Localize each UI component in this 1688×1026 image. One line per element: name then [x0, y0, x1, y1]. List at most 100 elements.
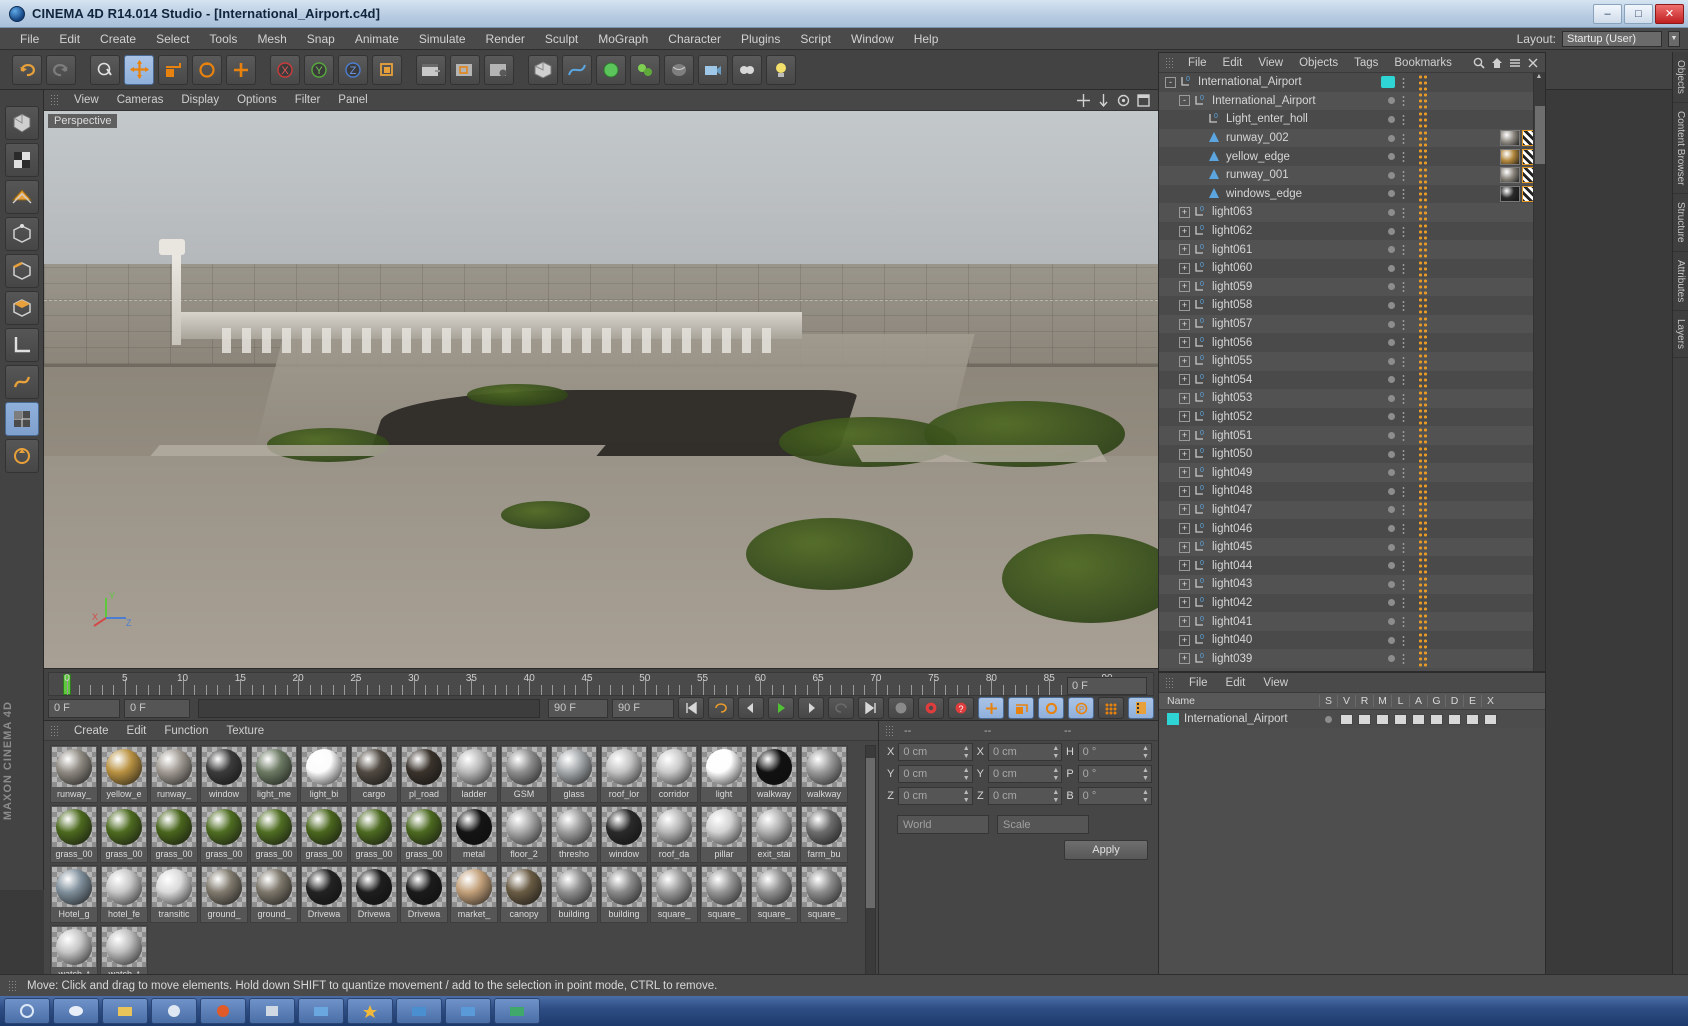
object-row[interactable]: +0 light057	[1159, 314, 1545, 334]
material-cell[interactable]: light_me	[250, 745, 298, 803]
object-visibility-dots[interactable]	[1388, 487, 1395, 495]
editor-visibility-dot[interactable]	[1388, 450, 1395, 458]
expand-icon[interactable]: +	[1179, 411, 1190, 423]
render-visibility-dot[interactable]	[1402, 95, 1405, 107]
position-keyframe-button[interactable]	[978, 697, 1004, 719]
layer-column-s[interactable]: S	[1319, 695, 1337, 707]
material-cell[interactable]: runway_	[150, 745, 198, 803]
object-row[interactable]: - 0 International_Airport	[1159, 73, 1545, 92]
editor-visibility-dot[interactable]	[1388, 208, 1395, 216]
render-view-button[interactable]	[416, 54, 446, 85]
editor-visibility-dot[interactable]	[1388, 580, 1395, 588]
chevron-down-icon[interactable]: ▼	[1668, 30, 1680, 47]
editor-visibility-dot[interactable]	[1388, 487, 1395, 495]
material-cell[interactable]: window	[600, 805, 648, 863]
editor-visibility-dot[interactable]	[1388, 525, 1395, 533]
editor-visibility-dot[interactable]	[1388, 227, 1395, 235]
step-back-button[interactable]	[738, 697, 764, 719]
scroll-up-icon[interactable]: ▲	[1534, 73, 1544, 80]
menu-mograph[interactable]: MoGraph	[588, 30, 658, 48]
viewport-menu-cameras[interactable]: Cameras	[108, 93, 173, 107]
material-cell[interactable]: window	[200, 745, 248, 803]
object-visibility-dots[interactable]	[1388, 543, 1395, 551]
expand-icon[interactable]: +	[1179, 541, 1190, 553]
tab-layers[interactable]: Layers	[1673, 311, 1688, 359]
editor-visibility-dot[interactable]	[1388, 320, 1395, 328]
object-row[interactable]: +0 light044	[1159, 556, 1545, 576]
object-row[interactable]: windows_edge	[1159, 184, 1545, 204]
material-cell[interactable]: roof_da	[650, 805, 698, 863]
menu-plugins[interactable]: Plugins	[731, 30, 790, 48]
menu-window[interactable]: Window	[841, 30, 904, 48]
rotation-field-p[interactable]: 0 ° ▲ ▼	[1077, 765, 1152, 783]
expand-icon[interactable]: +	[1179, 578, 1190, 590]
panel-grip-icon[interactable]	[50, 724, 59, 737]
perspective-viewport[interactable]: Perspective Y Z X	[44, 111, 1158, 668]
rotation-field-h[interactable]: 0 ° ▲ ▼	[1077, 743, 1152, 761]
material-cell[interactable]: transitic	[150, 865, 198, 923]
editor-visibility-dot[interactable]	[1388, 171, 1395, 179]
object-row[interactable]: +0 light046	[1159, 519, 1545, 538]
object-row[interactable]: - 0 International_Airport	[1159, 91, 1545, 111]
editor-visibility-dot[interactable]	[1388, 283, 1395, 291]
object-visibility-dots[interactable]	[1388, 97, 1395, 105]
taskbar-item-4[interactable]	[151, 998, 197, 1024]
object-visibility-dots[interactable]	[1388, 506, 1395, 514]
material-cell[interactable]: floor_2	[500, 805, 548, 863]
panel-grip-icon[interactable]	[1165, 56, 1174, 69]
layer-column-l[interactable]: L	[1391, 695, 1409, 707]
object-visibility-dots[interactable]	[1388, 190, 1395, 198]
editor-visibility-dot[interactable]	[1388, 376, 1395, 384]
go-to-end-button[interactable]	[858, 697, 884, 719]
tab-content-browser[interactable]: Content Browser	[1673, 103, 1688, 195]
object-row[interactable]: +0 light060	[1159, 258, 1545, 278]
editor-visibility-dot[interactable]	[1388, 599, 1395, 607]
menu-animate[interactable]: Animate	[345, 30, 409, 48]
layer-menu-edit[interactable]: Edit	[1217, 676, 1255, 690]
material-cell[interactable]: Hotel_g	[50, 865, 98, 923]
object-row[interactable]: +0 light053	[1159, 389, 1545, 408]
object-menu-tags[interactable]: Tags	[1346, 56, 1386, 70]
render-visibility-dot[interactable]	[1402, 337, 1405, 349]
layer-color-swatch[interactable]	[1167, 713, 1179, 725]
render-visibility-dot[interactable]	[1402, 578, 1405, 590]
size-field-y[interactable]: 0 cm ▲ ▼	[988, 765, 1063, 783]
taskbar-item-3[interactable]	[102, 998, 148, 1024]
step-forward-button[interactable]	[798, 697, 824, 719]
layer-column-a[interactable]: A	[1409, 695, 1427, 707]
object-visibility-dots[interactable]	[1388, 301, 1395, 309]
coordinate-system-dropdown[interactable]: World	[897, 815, 989, 834]
material-cell[interactable]: square_	[650, 865, 698, 923]
layer-column-d[interactable]: D	[1445, 695, 1463, 707]
position-field-z[interactable]: 0 cm ▲ ▼	[898, 787, 973, 805]
material-cell[interactable]: grass_00	[150, 805, 198, 863]
object-row[interactable]: +0 light061	[1159, 240, 1545, 259]
editor-visibility-dot[interactable]	[1388, 97, 1395, 105]
material-cell[interactable]: Drivewa	[400, 865, 448, 923]
current-frame-field[interactable]: 0 F	[1067, 677, 1147, 695]
minimize-button[interactable]: –	[1593, 3, 1622, 24]
preview-end-field[interactable]: 90 F	[612, 698, 674, 718]
expand-icon[interactable]: +	[1179, 467, 1190, 479]
material-cell[interactable]: grass_00	[250, 805, 298, 863]
material-tag-icon[interactable]	[1500, 167, 1520, 184]
material-cell[interactable]: square_	[700, 865, 748, 923]
material-cell[interactable]: grass_00	[300, 805, 348, 863]
live-selection-tool[interactable]	[90, 54, 120, 85]
object-visibility-dots[interactable]	[1388, 246, 1395, 254]
move-add-tool[interactable]	[226, 54, 256, 85]
material-cell[interactable]: runway_	[50, 745, 98, 803]
render-visibility-dot[interactable]	[1402, 151, 1405, 163]
menu-simulate[interactable]: Simulate	[409, 30, 476, 48]
layer-toggle-x[interactable]	[1481, 713, 1499, 725]
viewport-menu-filter[interactable]: Filter	[286, 93, 330, 107]
layer-row[interactable]: International_Airport	[1159, 710, 1545, 728]
object-menu-objects[interactable]: Objects	[1291, 56, 1346, 70]
object-visibility-dots[interactable]	[1388, 599, 1395, 607]
material-cell[interactable]: square_	[800, 865, 848, 923]
object-menu-view[interactable]: View	[1250, 56, 1291, 70]
material-cell[interactable]: walkway	[750, 745, 798, 803]
add-camera-button[interactable]	[698, 54, 728, 85]
tab-structure[interactable]: Structure	[1673, 194, 1688, 252]
maximize-button[interactable]: □	[1624, 3, 1653, 24]
